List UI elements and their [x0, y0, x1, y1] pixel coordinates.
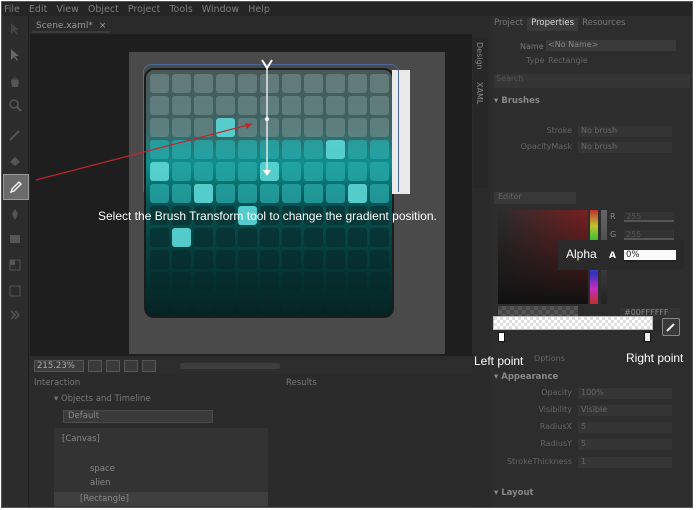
property-key: Opacity	[541, 388, 572, 397]
property-value: No brush	[578, 126, 672, 137]
alpha-field[interactable]: 0%	[624, 250, 676, 262]
grid-toggle-button[interactable]	[106, 360, 120, 372]
channel-value: 255	[624, 230, 674, 240]
property-value: 100%	[578, 388, 672, 399]
gradient-center-handle	[265, 117, 269, 121]
channel-key: R	[610, 212, 616, 221]
property-key: RadiusX	[539, 422, 572, 431]
annotation-arrowhead	[245, 123, 252, 129]
gradient-end-handle	[263, 170, 271, 176]
property-value: Visible	[578, 405, 672, 416]
property-key: Visibility	[538, 405, 572, 414]
object-tree: [Canvas] space alien [Rectangle]	[54, 428, 268, 507]
property-row-opacity[interactable]: Opacity 100%	[494, 388, 690, 400]
right-point-annotation: Right point	[626, 351, 684, 365]
alpha-annotation: Alpha	[566, 247, 597, 261]
property-search-input[interactable]: Search	[494, 74, 690, 88]
appearance-label: Appearance	[501, 372, 559, 382]
tab-resources[interactable]: Resources	[578, 18, 629, 31]
zoom-field[interactable]: 215.23%	[34, 360, 84, 372]
property-key: Stroke	[546, 126, 573, 135]
eyedropper-icon	[666, 323, 675, 332]
name-label: Name	[520, 42, 544, 51]
state-dropdown[interactable]: Default	[63, 410, 213, 423]
type-value: Rectangle	[548, 56, 588, 65]
property-row-stroke[interactable]: Stroke No brush	[494, 126, 690, 138]
editor-tab[interactable]: Editor	[494, 192, 576, 204]
property-row-radiusx[interactable]: RadiusX 5	[494, 422, 690, 434]
property-key: OpacityMask	[520, 142, 572, 151]
type-label: Type	[526, 56, 545, 65]
name-field[interactable]: <No Name>	[546, 40, 676, 51]
appearance-header[interactable]: ▾ Appearance	[494, 372, 558, 384]
channel-r[interactable]: R 255	[610, 212, 676, 222]
channel-value: 255	[624, 212, 674, 222]
view-tabs: Design XAML	[473, 38, 488, 188]
tree-item-alien[interactable]: alien	[54, 476, 268, 490]
property-value: 1	[578, 457, 672, 468]
gradient-start-handle	[261, 59, 273, 70]
tab-results[interactable]: Results	[286, 378, 317, 390]
objects-timeline-header: ▾ Objects and Timeline	[54, 394, 151, 404]
effects-toggle-button[interactable]	[142, 360, 156, 372]
tab-design[interactable]: Design	[475, 42, 484, 70]
property-key: StrokeThickness	[506, 457, 572, 466]
property-key: RadiusY	[540, 439, 572, 448]
tree-item-canvas[interactable]: [Canvas]	[54, 432, 268, 446]
zoom-dropdown-button[interactable]	[88, 360, 102, 372]
gradient-bar[interactable]	[493, 316, 653, 342]
objects-timeline-label: Objects and Timeline	[60, 394, 151, 404]
layout-header[interactable]: ▾ Layout	[494, 488, 534, 500]
gradient-stop-right[interactable]	[644, 332, 651, 342]
property-row-visibility[interactable]: Visibility Visible	[494, 405, 690, 417]
property-row-strokethickness[interactable]: StrokeThickness 1	[494, 457, 690, 469]
tab-xaml[interactable]: XAML	[475, 82, 484, 104]
layout-label: Layout	[501, 488, 534, 498]
caption-text: Select the Brush Transform tool to chang…	[98, 209, 437, 223]
channel-key: G	[610, 230, 617, 239]
tab-properties[interactable]: Properties	[527, 18, 579, 31]
alpha-key: A	[609, 251, 616, 261]
property-row-radiusy[interactable]: RadiusY 5	[494, 439, 690, 451]
property-value: 5	[578, 439, 672, 450]
property-value: 5	[578, 422, 672, 433]
artboard-statusbar: 215.23%	[30, 358, 472, 374]
blend-window: File Edit View Object Project Tools Wind…	[1, 1, 693, 508]
annotation-arrow	[35, 123, 253, 181]
snap-toggle-button[interactable]	[124, 360, 138, 372]
eyedropper-button[interactable]	[662, 318, 680, 336]
tree-item-space[interactable]: space	[54, 462, 268, 476]
tree-item-rectangle[interactable]: [Rectangle]	[54, 492, 268, 506]
right-panel-tabs: Project Properties Resources	[490, 18, 692, 31]
brushes-label: Brushes	[501, 96, 540, 106]
channel-g[interactable]: G 255	[610, 230, 676, 240]
tab-interaction[interactable]: Interaction	[34, 378, 80, 390]
tab-project[interactable]: Project	[490, 18, 527, 31]
options-label[interactable]: Options	[534, 354, 565, 363]
horizontal-scrollbar[interactable]	[180, 363, 280, 369]
property-value: No brush	[578, 142, 672, 153]
property-row-opacitymask[interactable]: OpacityMask No brush	[494, 142, 690, 154]
brushes-header[interactable]: ▾ Brushes	[494, 96, 540, 108]
left-point-annotation: Left point	[474, 354, 524, 368]
gradient-stop-left[interactable]	[498, 332, 505, 342]
interaction-panel: Interaction Results ▾ Objects and Timeli…	[30, 376, 472, 507]
